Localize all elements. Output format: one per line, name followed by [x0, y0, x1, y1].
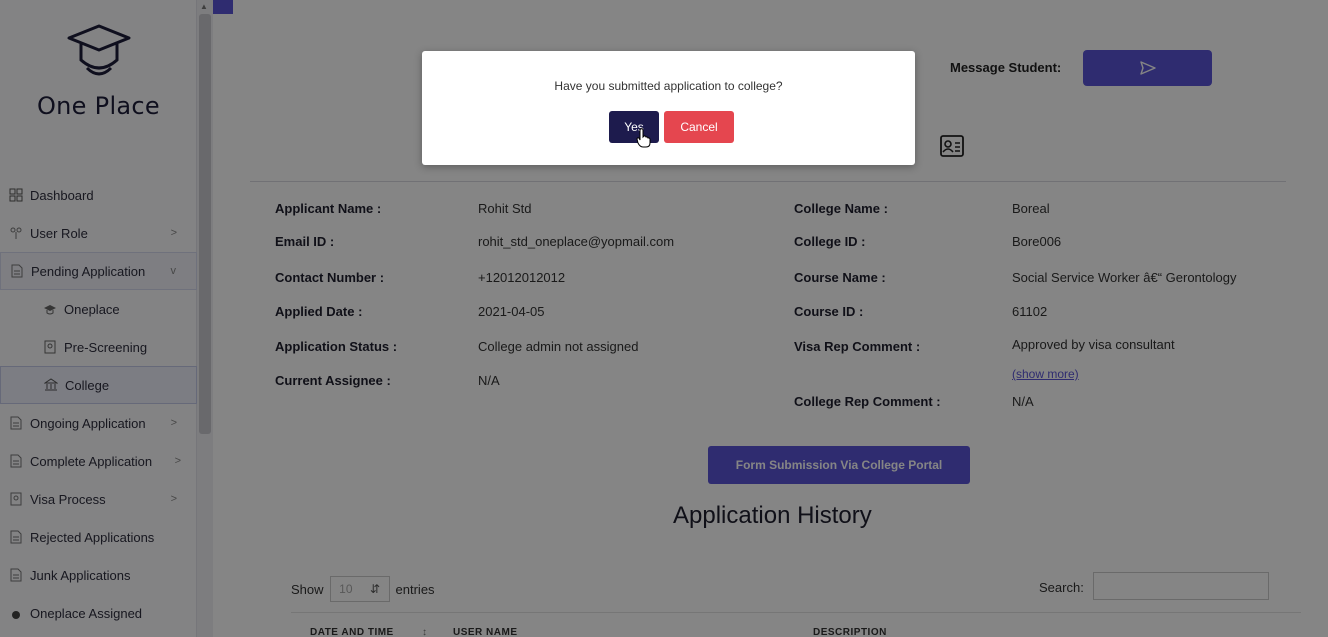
hand-cursor-icon: [636, 128, 652, 153]
confirm-question: Have you submitted application to colleg…: [554, 79, 783, 93]
cancel-button[interactable]: Cancel: [664, 111, 734, 143]
confirm-dialog: Have you submitted application to colleg…: [422, 51, 915, 165]
